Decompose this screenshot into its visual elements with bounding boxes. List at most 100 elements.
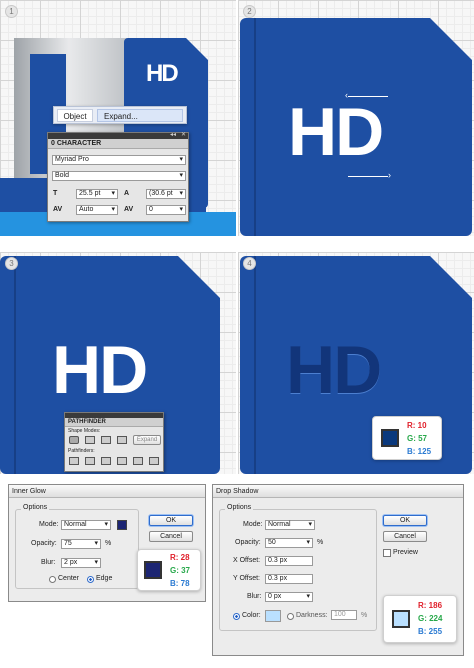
panel-top-bar[interactable]: ◂◂ ✕ [48, 131, 188, 139]
edge-label: Edge [96, 575, 113, 582]
blur-field[interactable]: 0 px [265, 592, 313, 602]
minus-front-icon[interactable] [85, 436, 95, 444]
color-info-card: R: 28 G: 37 B: 78 [137, 549, 201, 591]
exclude-icon[interactable] [117, 436, 127, 444]
hd-logo-text: HD [146, 60, 179, 87]
font-size-icon: T [53, 190, 58, 197]
darkness-radio[interactable] [287, 613, 294, 620]
blue-value: B: 125 [407, 447, 432, 456]
ok-button[interactable]: OK [383, 515, 427, 526]
color-swatch [392, 610, 410, 628]
crop-icon[interactable] [117, 457, 127, 465]
red-value: R: 28 [170, 553, 190, 562]
leading-icon: A [124, 190, 130, 197]
edge-radio[interactable] [87, 576, 94, 583]
step-2-panel: 2 HD ‹ › [238, 0, 474, 236]
outline-icon[interactable] [133, 457, 143, 465]
opacity-label: Opacity: [235, 539, 261, 546]
x-offset-label: X Offset: [233, 557, 261, 564]
divide-icon[interactable] [69, 457, 79, 465]
leading-field[interactable]: (30.6 pt [146, 189, 186, 199]
step-4-panel: 4 HD R: 10 G: 57 B: 125 [238, 252, 474, 474]
character-panel: ◂◂ ✕ 0 CHARACTER Myriad Pro Bold T 25.5 … [47, 132, 189, 222]
opacity-field[interactable]: 50 [265, 538, 313, 548]
green-value: G: 37 [170, 566, 191, 575]
blur-field[interactable]: 2 px [61, 558, 101, 568]
pathfinders-label: Pathfinders: [68, 448, 95, 454]
center-label: Center [58, 575, 80, 582]
green-value: G: 57 [407, 434, 428, 443]
menu-item-expand[interactable]: Expand... [97, 109, 183, 122]
drop-shadow-dialog: Drop Shadow Options Mode: Normal Opacity… [212, 484, 464, 656]
color-label: Color: [242, 612, 261, 619]
x-offset-field[interactable]: 0.3 px [265, 556, 313, 566]
blue-value: B: 255 [418, 627, 443, 636]
blue-value: B: 78 [170, 579, 190, 588]
font-size-field[interactable]: 25.5 pt [76, 189, 118, 199]
context-menu: Object Expand... [53, 106, 187, 124]
color-info-card: R: 10 G: 57 B: 125 [372, 416, 442, 460]
shape-fold-line [254, 18, 256, 236]
shape-fold-line [254, 256, 256, 474]
pathfinder-panel: PATHFINDER Shape Modes: Expand Pathfinde… [64, 412, 164, 472]
mode-select[interactable]: Normal [265, 520, 315, 530]
options-label: Options [225, 504, 254, 511]
darkness-field[interactable]: 100 [331, 610, 357, 620]
opacity-field[interactable]: 75 [61, 539, 101, 549]
mode-label: Mode: [39, 521, 59, 528]
shadow-color-swatch[interactable] [265, 610, 281, 622]
darkness-label: Darkness: [296, 612, 328, 619]
center-radio[interactable] [49, 576, 56, 583]
percent-label: % [317, 539, 324, 546]
hd-logo-text: HD [286, 332, 382, 408]
arrow-left-icon: ‹ [345, 90, 388, 100]
step-3-panel: 3 HD PATHFINDER Shape Modes: Expand Path… [0, 252, 236, 474]
pathfinder-expand-button[interactable]: Expand [133, 435, 161, 445]
arrow-right-icon: › [348, 170, 391, 180]
menu-item-object[interactable]: Object [57, 109, 93, 122]
inner-glow-dialog: Inner Glow Options Mode: Normal Opacity:… [8, 484, 206, 602]
trim-icon[interactable] [85, 457, 95, 465]
dialog-title: Inner Glow [9, 485, 205, 498]
hd-logo-text: HD [288, 94, 384, 170]
shape-fold-line [14, 256, 16, 474]
merge-icon[interactable] [101, 457, 111, 465]
unite-icon[interactable] [69, 436, 79, 444]
red-value: R: 10 [407, 421, 427, 430]
red-value: R: 186 [418, 601, 443, 610]
font-style-select[interactable]: Bold [52, 171, 186, 181]
y-offset-field[interactable]: 0.3 px [265, 574, 313, 584]
step-1-panel: 1 HD Object Expand... ◂◂ ✕ 0 CHARACTER M… [0, 0, 236, 236]
shape-modes-label: Shape Modes: [68, 428, 101, 434]
intersect-icon[interactable] [101, 436, 111, 444]
hd-logo-text: HD [52, 332, 148, 408]
ok-button[interactable]: OK [149, 515, 193, 526]
tracking-field[interactable]: 0 [146, 205, 186, 215]
options-label: Options [21, 504, 50, 511]
cancel-button[interactable]: Cancel [383, 531, 427, 542]
glow-color-swatch[interactable] [117, 520, 127, 530]
color-swatch [381, 429, 399, 447]
dialog-title: Drop Shadow [213, 485, 463, 498]
kerning-icon: AV [53, 206, 63, 213]
cancel-button[interactable]: Cancel [149, 531, 193, 542]
preview-checkbox[interactable] [383, 549, 391, 557]
blur-label: Blur: [247, 593, 262, 600]
collapse-icon[interactable]: ◂◂ [170, 131, 176, 138]
font-family-select[interactable]: Myriad Pro [52, 155, 186, 165]
kerning-field[interactable]: Auto [76, 205, 118, 215]
step-number: 2 [243, 5, 256, 18]
mode-select[interactable]: Normal [61, 520, 111, 530]
pathfinder-tab[interactable]: PATHFINDER [65, 418, 163, 427]
y-offset-label: Y Offset: [233, 575, 260, 582]
color-info-card: R: 186 G: 224 B: 255 [383, 595, 457, 643]
step-number: 1 [5, 5, 18, 18]
close-icon[interactable]: ✕ [181, 131, 186, 138]
color-radio[interactable] [233, 613, 240, 620]
percent-label: % [361, 612, 368, 619]
character-tab[interactable]: 0 CHARACTER [48, 139, 188, 149]
minus-back-icon[interactable] [149, 457, 159, 465]
percent-label: % [105, 540, 112, 547]
green-value: G: 224 [418, 614, 443, 623]
tracking-icon: AV [124, 206, 134, 213]
